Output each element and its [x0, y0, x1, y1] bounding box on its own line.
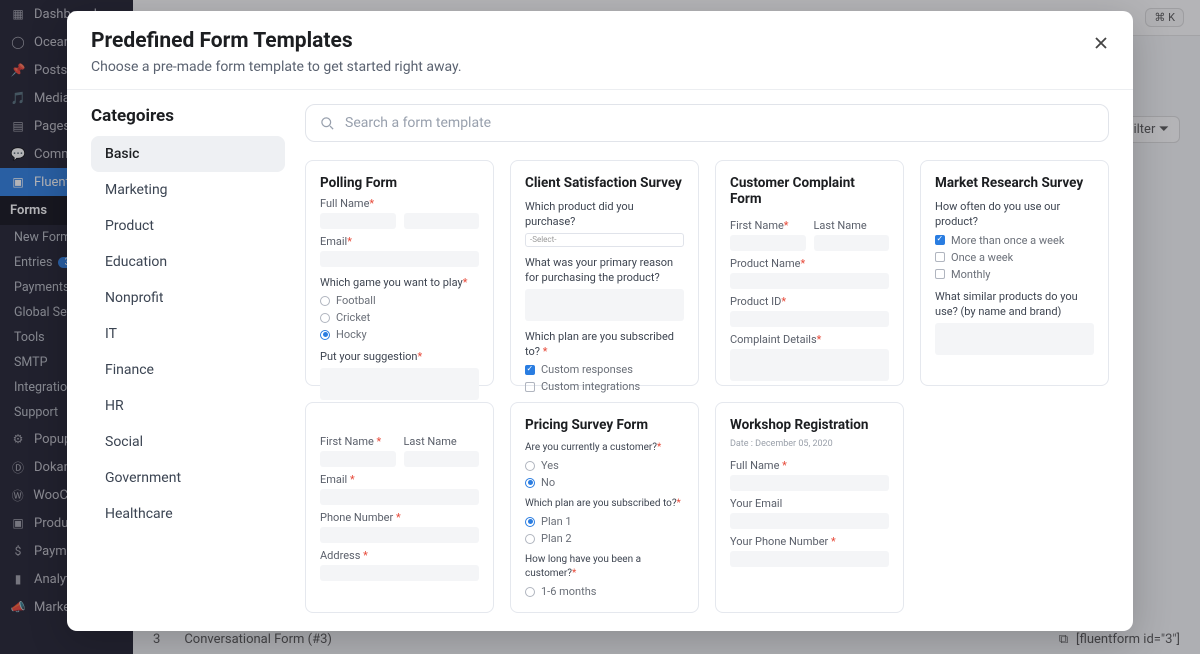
template-card-polling[interactable]: Polling Form Full Name* Email* Which gam…: [305, 160, 494, 386]
template-card-contact[interactable]: First Name * Last Name Email * Phone Num…: [305, 402, 494, 613]
card-title: Pricing Survey Form: [525, 417, 684, 433]
card-title: Client Satisfaction Survey: [525, 175, 684, 191]
category-government[interactable]: Government: [91, 460, 285, 496]
templates-modal: Predefined Form Templates Choose a pre-m…: [67, 11, 1133, 631]
modal-overlay[interactable]: Predefined Form Templates Choose a pre-m…: [0, 0, 1200, 654]
card-title: Market Research Survey: [935, 175, 1094, 191]
categories-heading: Categoires: [91, 106, 285, 126]
category-finance[interactable]: Finance: [91, 352, 285, 388]
category-education[interactable]: Education: [91, 244, 285, 280]
category-it[interactable]: IT: [91, 316, 285, 352]
modal-subtitle: Choose a pre-made form template to get s…: [91, 59, 1109, 75]
search-icon: [320, 116, 335, 131]
modal-header: Predefined Form Templates Choose a pre-m…: [67, 11, 1133, 90]
close-button[interactable]: [1087, 29, 1115, 57]
category-basic[interactable]: Basic: [91, 136, 285, 172]
category-nonprofit[interactable]: Nonprofit: [91, 280, 285, 316]
template-cards-grid: Polling Form Full Name* Email* Which gam…: [305, 160, 1109, 617]
categories-column: Categoires Basic Marketing Product Educa…: [67, 90, 295, 631]
workshop-date: Date : December 05, 2020: [730, 439, 889, 449]
category-product[interactable]: Product: [91, 208, 285, 244]
card-title: Workshop Registration: [730, 417, 889, 433]
template-card-customer-complaint[interactable]: Customer Complaint Form First Name* Last…: [715, 160, 904, 386]
category-hr[interactable]: HR: [91, 388, 285, 424]
template-card-workshop-registration[interactable]: Workshop Registration Date : December 05…: [715, 402, 904, 613]
card-title: Customer Complaint Form: [730, 175, 889, 207]
template-card-pricing-survey[interactable]: Pricing Survey Form Are you currently a …: [510, 402, 699, 613]
card-title: Polling Form: [320, 175, 479, 191]
category-marketing[interactable]: Marketing: [91, 172, 285, 208]
template-card-client-satisfaction[interactable]: Client Satisfaction Survey Which product…: [510, 160, 699, 386]
template-card-market-research[interactable]: Market Research Survey How often do you …: [920, 160, 1109, 386]
search-field-wrap[interactable]: [305, 104, 1109, 142]
select-placeholder: -Select-: [525, 233, 684, 247]
search-input[interactable]: [345, 115, 1094, 131]
modal-title: Predefined Form Templates: [91, 29, 1109, 53]
category-social[interactable]: Social: [91, 424, 285, 460]
close-icon: [1093, 35, 1109, 51]
templates-main: Polling Form Full Name* Email* Which gam…: [295, 90, 1133, 631]
category-healthcare[interactable]: Healthcare: [91, 496, 285, 532]
